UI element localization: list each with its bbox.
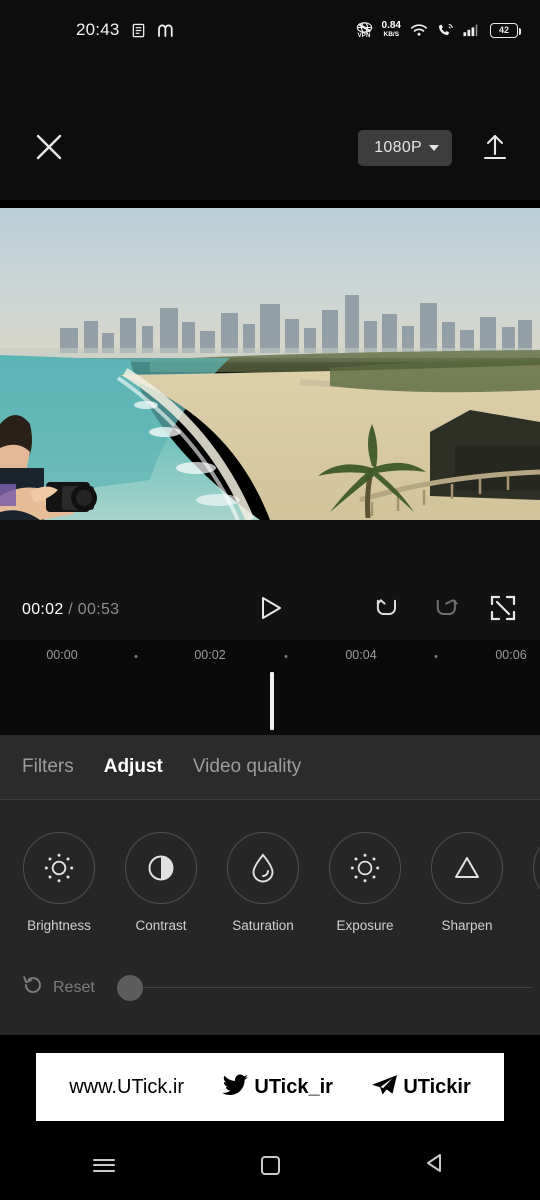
resolution-label: 1080P	[374, 139, 422, 156]
total-time: 00:53	[77, 601, 120, 618]
current-time: 00:02	[22, 601, 64, 618]
reset-circular-arrow-icon	[22, 974, 44, 1001]
back-button[interactable]	[413, 1142, 459, 1188]
tool-label: Contrast	[135, 918, 187, 933]
partial-tool-icon	[533, 832, 540, 904]
undo-button[interactable]	[368, 591, 406, 629]
tool-saturation[interactable]: Saturation	[226, 832, 300, 933]
wifi-icon	[410, 23, 428, 37]
undo-icon	[373, 594, 401, 627]
timeline-tick-label: 00:04	[345, 648, 377, 662]
tool-label: Sharpen	[441, 918, 493, 933]
fullscreen-icon	[490, 595, 516, 626]
slider-knob[interactable]	[116, 974, 143, 1001]
tab-video-quality[interactable]: Video quality	[193, 756, 301, 778]
timeline-tick-label: 00:06	[495, 648, 527, 662]
adjust-tools-list[interactable]: Brightness Contrast Saturation Exposure …	[0, 800, 540, 933]
watermark-telegram: UTickir	[371, 1074, 471, 1101]
brightness-sun-icon	[23, 832, 95, 904]
tool-label: Exposure	[336, 918, 394, 933]
vpn-icon: VPN	[356, 21, 373, 39]
redo-icon	[433, 594, 461, 627]
back-icon	[425, 1152, 447, 1179]
adjust-panel: Brightness Contrast Saturation Exposure …	[0, 800, 540, 1035]
vpn-label: VPN	[357, 32, 371, 39]
call-icon	[437, 23, 454, 37]
recents-button[interactable]	[81, 1142, 127, 1188]
data-speed-indicator: 0.84 KB/S	[382, 21, 401, 38]
home-icon	[260, 1155, 280, 1175]
timeline-tick-dot	[434, 655, 438, 658]
battery-indicator: 42	[490, 22, 521, 38]
timeline[interactable]: 00:00 00:02 00:04 00:06	[0, 640, 540, 735]
telegram-plane-icon	[371, 1074, 398, 1101]
tool-sharpen[interactable]: Sharpen	[430, 832, 504, 933]
redo-button[interactable]	[428, 591, 466, 629]
android-nav-bar	[0, 1130, 540, 1200]
timeline-playhead[interactable]	[270, 672, 274, 730]
twitter-bird-icon	[222, 1074, 249, 1101]
recents-icon	[93, 1155, 115, 1175]
play-button[interactable]	[250, 590, 290, 630]
status-bar: 20:43 VPN 0.84 KB/S 42	[0, 0, 540, 60]
timeline-tick-dot	[284, 655, 288, 658]
sharpen-triangle-icon	[431, 832, 503, 904]
status-bar-right: VPN 0.84 KB/S 42	[356, 21, 521, 39]
tool-contrast[interactable]: Contrast	[124, 832, 198, 933]
close-button[interactable]	[28, 128, 70, 170]
tool-next-partial[interactable]	[532, 832, 540, 933]
preview-spacer	[0, 520, 540, 580]
website-text: www.UTick.ir	[69, 1075, 184, 1098]
time-display: 00:02 / 00:53	[22, 601, 119, 619]
player-controls: 00:02 / 00:53	[0, 580, 540, 640]
time-separator: /	[68, 601, 74, 618]
editor-tabs: Filters Adjust Video quality	[0, 735, 540, 800]
tool-exposure[interactable]: Exposure	[328, 832, 402, 933]
watermark-banner: www.UTick.ir UTick_ir UTickir	[36, 1053, 504, 1121]
tool-brightness[interactable]: Brightness	[22, 832, 96, 933]
telegram-handle: UTickir	[403, 1075, 471, 1098]
tool-label: Saturation	[232, 918, 294, 933]
adjust-slider[interactable]	[116, 974, 532, 1001]
tab-filters[interactable]: Filters	[22, 756, 74, 778]
slider-track	[136, 986, 532, 989]
home-button[interactable]	[247, 1142, 293, 1188]
watermark-website: www.UTick.ir	[69, 1076, 184, 1099]
contrast-half-circle-icon	[125, 832, 197, 904]
m-logo-icon	[157, 23, 176, 38]
watermark-twitter: UTick_ir	[222, 1074, 333, 1101]
status-time: 20:43	[76, 20, 120, 39]
tool-label: Brightness	[27, 918, 91, 933]
tab-adjust[interactable]: Adjust	[104, 756, 163, 778]
close-icon	[34, 132, 64, 167]
data-speed-unit: KB/S	[383, 30, 400, 38]
reset-label: Reset	[53, 978, 95, 996]
chevron-down-icon	[429, 145, 439, 151]
play-icon	[256, 594, 284, 627]
video-frame	[0, 200, 540, 520]
document-icon	[131, 23, 146, 38]
fullscreen-button[interactable]	[484, 591, 522, 629]
signal-icon	[463, 23, 481, 37]
battery-level: 42	[498, 25, 509, 35]
video-preview[interactable]	[0, 200, 540, 520]
twitter-handle: UTick_ir	[254, 1075, 333, 1098]
timeline-tick-label: 00:02	[194, 648, 226, 662]
timeline-tick-dot	[134, 655, 138, 658]
editor-top-bar: 1080P	[0, 60, 540, 200]
resolution-selector[interactable]: 1080P	[358, 130, 452, 166]
exposure-sun-crescent-icon	[329, 832, 401, 904]
export-button[interactable]	[474, 128, 516, 170]
saturation-droplet-icon	[227, 832, 299, 904]
reset-button[interactable]: Reset	[22, 974, 95, 1001]
status-bar-left: 20:43	[76, 20, 176, 40]
timeline-tick-label: 00:00	[46, 648, 78, 662]
adjust-slider-row: Reset	[0, 974, 540, 1001]
timeline-ruler: 00:00 00:02 00:04 00:06	[0, 640, 540, 670]
export-icon	[480, 132, 510, 167]
